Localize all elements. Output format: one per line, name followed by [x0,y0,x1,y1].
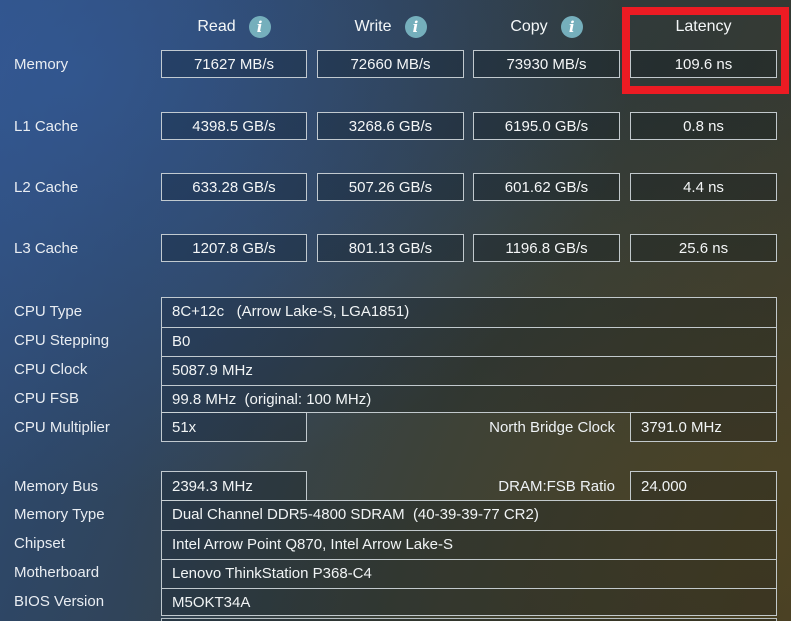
write-info-icon[interactable]: i [405,16,427,38]
north-bridge-clock-label: North Bridge Clock [330,412,615,442]
column-header-latency: Latency [630,13,777,41]
l3-copy-value: 1196.8 GB/s [473,234,620,262]
column-header-read: Read i [161,13,307,41]
north-bridge-clock-value: 3791.0 MHz [630,412,777,442]
memory-write-value: 72660 MB/s [317,50,464,78]
memory-type-label: Memory Type [14,500,156,529]
l2-cache-row-label: L2 Cache [14,173,156,201]
memory-bus-label: Memory Bus [14,471,156,501]
cpu-fsb-value: 99.8 MHz (original: 100 MHz) [162,385,776,414]
l1-copy-value: 6195.0 GB/s [473,112,620,140]
cpu-multiplier-value: 51x [161,412,307,442]
l1-cache-row-label: L1 Cache [14,112,156,140]
memory-row-label: Memory [14,50,156,78]
chipset-value: Intel Arrow Point Q870, Intel Arrow Lake… [162,530,776,559]
cpu-multiplier-label: CPU Multiplier [14,412,156,442]
latency-column-label: Latency [675,18,731,36]
memory-read-value: 71627 MB/s [161,50,307,78]
motherboard-value: Lenovo ThinkStation P368-C4 [162,559,776,588]
bios-version-label: BIOS Version [14,587,156,616]
copy-column-label: Copy [510,18,547,36]
cpu-clock-label: CPU Clock [14,355,156,384]
copy-info-icon[interactable]: i [561,16,583,38]
column-header-copy: Copy i [473,13,620,41]
memory-latency-value: 109.6 ns [630,50,777,78]
cpu-fsb-label: CPU FSB [14,384,156,413]
l2-write-value: 507.26 GB/s [317,173,464,201]
l3-read-value: 1207.8 GB/s [161,234,307,262]
benchmark-panel: Read i Write i Copy i Latency Memory 716… [0,0,791,621]
bios-version-value: M5OKT34A [162,588,776,617]
cpu-stepping-value: B0 [162,327,776,356]
write-column-label: Write [354,18,391,36]
l3-write-value: 801.13 GB/s [317,234,464,262]
cpu-type-value: 8C+12c (Arrow Lake-S, LGA1851) [162,298,776,327]
dram-fsb-ratio-value: 24.000 [630,471,777,501]
cpu-clock-value: 5087.9 MHz [162,356,776,385]
l2-copy-value: 601.62 GB/s [473,173,620,201]
read-column-label: Read [197,18,235,36]
memory-copy-value: 73930 MB/s [473,50,620,78]
l1-latency-value: 0.8 ns [630,112,777,140]
l1-read-value: 4398.5 GB/s [161,112,307,140]
l3-cache-row-label: L3 Cache [14,234,156,262]
l2-latency-value: 4.4 ns [630,173,777,201]
l3-latency-value: 25.6 ns [630,234,777,262]
l2-read-value: 633.28 GB/s [161,173,307,201]
l1-write-value: 3268.6 GB/s [317,112,464,140]
memory-bus-value: 2394.3 MHz [161,471,307,501]
column-header-write: Write i [317,13,464,41]
read-info-icon[interactable]: i [249,16,271,38]
cpu-type-label: CPU Type [14,297,156,326]
memory-type-value: Dual Channel DDR5-4800 SDRAM (40-39-39-7… [162,501,776,530]
memory-info-table: Dual Channel DDR5-4800 SDRAM (40-39-39-7… [161,500,777,616]
cpu-stepping-label: CPU Stepping [14,326,156,355]
dram-fsb-ratio-label: DRAM:FSB Ratio [330,471,615,501]
chipset-label: Chipset [14,529,156,558]
cpu-info-table: 8C+12c (Arrow Lake-S, LGA1851) B0 5087.9… [161,297,777,413]
motherboard-label: Motherboard [14,558,156,587]
